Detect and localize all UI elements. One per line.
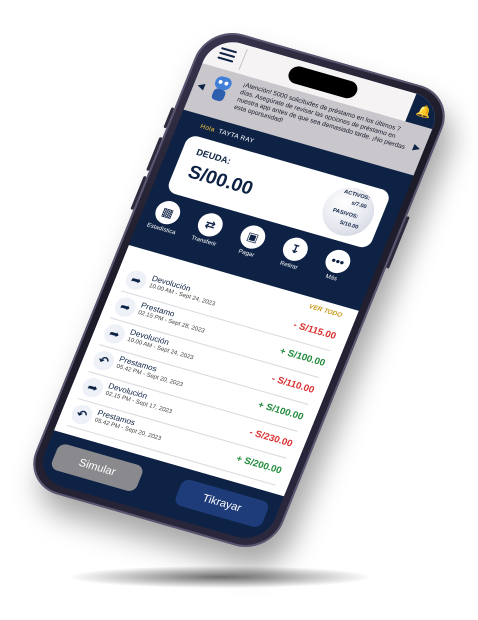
- transaction-amount: - S/230.00: [247, 427, 295, 450]
- robot-mascot-icon: [205, 74, 237, 106]
- action-label: Más: [324, 273, 338, 283]
- phone-screen: 🔔 ◀ ¡Atención! 5000 solicitudes de prést…: [34, 35, 444, 545]
- transfer-icon: ⇄: [194, 210, 227, 240]
- transaction-amount: - S/110.00: [269, 373, 316, 396]
- arrow-forward-icon: ➦: [111, 295, 139, 320]
- transaction-amount: + S/100.00: [256, 399, 305, 423]
- debt-amount: S/00.00: [184, 161, 256, 200]
- floor-shadow: [70, 566, 370, 588]
- action-label: Transferir: [190, 235, 217, 248]
- scan-qr-icon: ▣: [236, 222, 269, 252]
- arrow-forward-icon: ➦: [101, 321, 128, 346]
- phone-device: 🔔 ◀ ¡Atención! 5000 solicitudes de prést…: [22, 24, 456, 556]
- greeting-hola: Hola: [199, 123, 216, 134]
- action-label: Pagar: [237, 248, 255, 259]
- side-button: [163, 107, 175, 129]
- action-label: Estadística: [145, 222, 177, 237]
- action-transferir[interactable]: ⇄ Transferir: [183, 208, 234, 250]
- action-mas[interactable]: ••• Más: [311, 245, 362, 287]
- more-dots-icon: •••: [321, 247, 354, 276]
- transaction-amount: + S/200.00: [234, 453, 284, 477]
- hamburger-menu-icon[interactable]: [217, 47, 238, 63]
- arrow-forward-icon: ➦: [79, 375, 107, 400]
- arrow-forward-icon: ➦: [122, 268, 150, 293]
- bar-chart-icon: ▩: [151, 198, 184, 228]
- action-label: Retirar: [278, 260, 299, 272]
- topbar-divider: [238, 49, 248, 70]
- transaction-amount: + S/100.00: [277, 345, 327, 369]
- arrow-back-icon: ↶: [68, 402, 96, 427]
- chevron-right-icon[interactable]: ▶: [412, 142, 422, 153]
- arrow-back-icon: ↶: [90, 348, 118, 373]
- chevron-left-icon[interactable]: ◀: [196, 80, 206, 91]
- action-retirar[interactable]: ↧ Retirar: [268, 233, 319, 275]
- action-estadistica[interactable]: ▩ Estadística: [141, 196, 192, 238]
- transaction-amount: - S/115.00: [291, 319, 338, 342]
- action-pagar[interactable]: ▣ Pagar: [226, 220, 277, 262]
- withdraw-icon: ↧: [279, 234, 312, 264]
- user-name: TAYTA RAY: [217, 128, 256, 145]
